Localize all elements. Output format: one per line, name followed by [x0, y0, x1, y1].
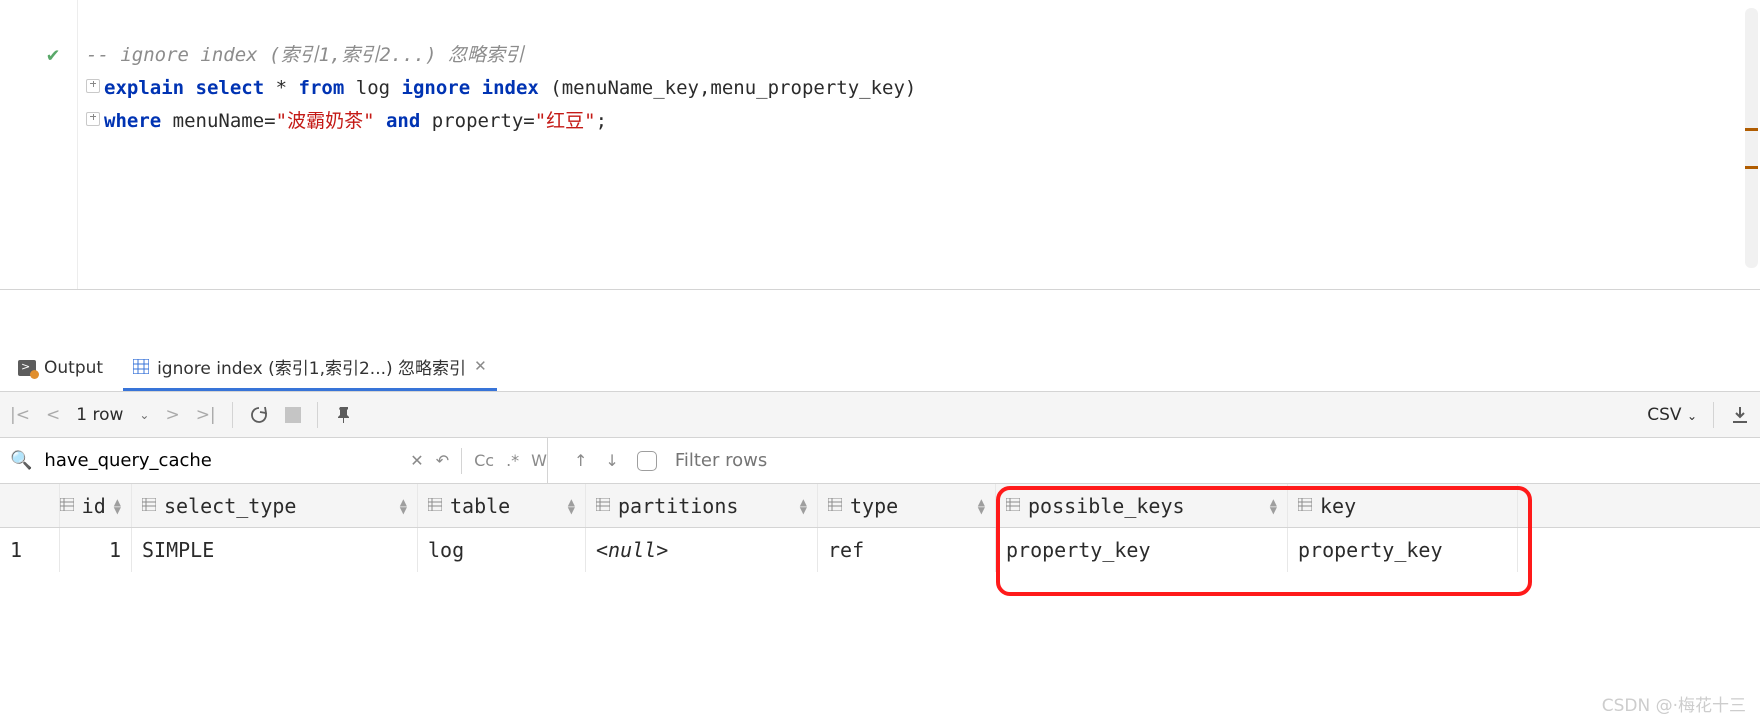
next-page-button[interactable]: >	[165, 405, 179, 425]
column-icon	[428, 498, 444, 513]
table-row[interactable]: 1 1 SIMPLE log <null> ref property_key p…	[0, 528, 1760, 572]
pin-button[interactable]	[334, 405, 354, 425]
sql-editor[interactable]: ✔ -- ignore index (索引1,索引2...) 忽略索引 expl…	[0, 0, 1760, 290]
cell-possible-keys[interactable]: property_key	[996, 528, 1288, 572]
code-area[interactable]: -- ignore index (索引1,索引2...) 忽略索引 explai…	[78, 0, 1760, 289]
word-button[interactable]: W	[531, 451, 547, 470]
column-icon	[1006, 498, 1022, 513]
sort-icon[interactable]: ▲▼	[568, 498, 575, 514]
sort-icon[interactable]: ▲▼	[114, 498, 121, 514]
fold-icon[interactable]	[86, 112, 100, 126]
case-button[interactable]: Cc	[474, 451, 494, 470]
row-filter-input[interactable]	[675, 450, 1275, 471]
cell-table[interactable]: log	[418, 528, 586, 572]
separator	[317, 402, 318, 428]
history-filter-input[interactable]	[44, 450, 398, 471]
arrow-down-icon[interactable]: ↓	[605, 451, 618, 470]
tab-output[interactable]: Output	[8, 344, 113, 391]
result-toolbar: |< < 1 row ⌄ > >| CSV ⌄	[0, 392, 1760, 438]
sql-comment: -- ignore index (索引1,索引2...) 忽略索引	[86, 44, 524, 66]
row-num-header[interactable]	[0, 484, 60, 527]
separator	[1713, 402, 1714, 428]
close-icon[interactable]: ✕	[474, 357, 487, 375]
panel-gap	[0, 290, 1760, 344]
status-ok-icon: ✔	[0, 42, 59, 66]
stop-button[interactable]	[285, 407, 301, 423]
col-possible-keys[interactable]: possible_keys▲▼	[996, 484, 1288, 527]
clear-icon[interactable]: ✕	[410, 451, 423, 470]
history-icon[interactable]: ↶	[436, 451, 449, 470]
scroll-mark	[1745, 128, 1758, 131]
cell-type[interactable]: ref	[818, 528, 996, 572]
fold-icon[interactable]	[86, 79, 100, 93]
column-icon	[596, 498, 612, 513]
last-page-button[interactable]: >|	[196, 405, 216, 425]
column-icon	[60, 498, 76, 513]
cell-partitions[interactable]: <null>	[586, 528, 818, 572]
regex-button[interactable]: .*	[506, 451, 519, 470]
separator	[232, 402, 233, 428]
arrow-up-icon[interactable]: ↑	[574, 451, 587, 470]
row-number: 1	[0, 528, 60, 572]
cell-id[interactable]: 1	[60, 528, 132, 572]
col-partitions[interactable]: partitions▲▼	[586, 484, 818, 527]
col-type[interactable]: type▲▼	[818, 484, 996, 527]
result-table: id▲▼ select_type▲▼ table▲▼ partitions▲▼ …	[0, 484, 1760, 572]
editor-gutter: ✔	[0, 0, 78, 289]
watermark: CSDN @·梅花十三	[1602, 691, 1746, 716]
filter-bar: 🔍 ✕ ↶ Cc .* W ↑ ↓	[0, 438, 1760, 484]
search-icon: 🔍	[10, 450, 32, 471]
reload-button[interactable]	[249, 405, 269, 425]
rows-count[interactable]: 1 row	[76, 405, 123, 425]
col-key[interactable]: key	[1288, 484, 1518, 527]
cell-select-type[interactable]: SIMPLE	[132, 528, 418, 572]
cell-key[interactable]: property_key	[1288, 528, 1518, 572]
chevron-down-icon[interactable]: ⌄	[139, 408, 149, 422]
column-icon	[828, 498, 844, 513]
sort-icon[interactable]: ▲▼	[1270, 498, 1277, 514]
col-select-type[interactable]: select_type▲▼	[132, 484, 418, 527]
column-icon	[1298, 498, 1314, 513]
tab-result[interactable]: ignore index (索引1,索引2...) 忽略索引 ✕	[123, 344, 497, 391]
scrollbar[interactable]	[1745, 8, 1758, 268]
grid-icon	[133, 359, 149, 374]
prev-page-button[interactable]: <	[46, 405, 60, 425]
column-icon	[142, 498, 158, 513]
sort-icon[interactable]: ▲▼	[400, 498, 407, 514]
col-table[interactable]: table▲▼	[418, 484, 586, 527]
scroll-mark	[1745, 166, 1758, 169]
table-header: id▲▼ select_type▲▼ table▲▼ partitions▲▼ …	[0, 484, 1760, 528]
sort-icon[interactable]: ▲▼	[800, 498, 807, 514]
first-page-button[interactable]: |<	[10, 405, 30, 425]
export-format[interactable]: CSV ⌄	[1647, 405, 1697, 425]
console-icon	[18, 360, 36, 376]
result-tabs: Output ignore index (索引1,索引2...) 忽略索引 ✕	[0, 344, 1760, 392]
col-id[interactable]: id▲▼	[60, 484, 132, 527]
download-button[interactable]	[1730, 405, 1750, 425]
sort-icon[interactable]: ▲▼	[978, 498, 985, 514]
filter-checkbox[interactable]	[637, 451, 657, 471]
